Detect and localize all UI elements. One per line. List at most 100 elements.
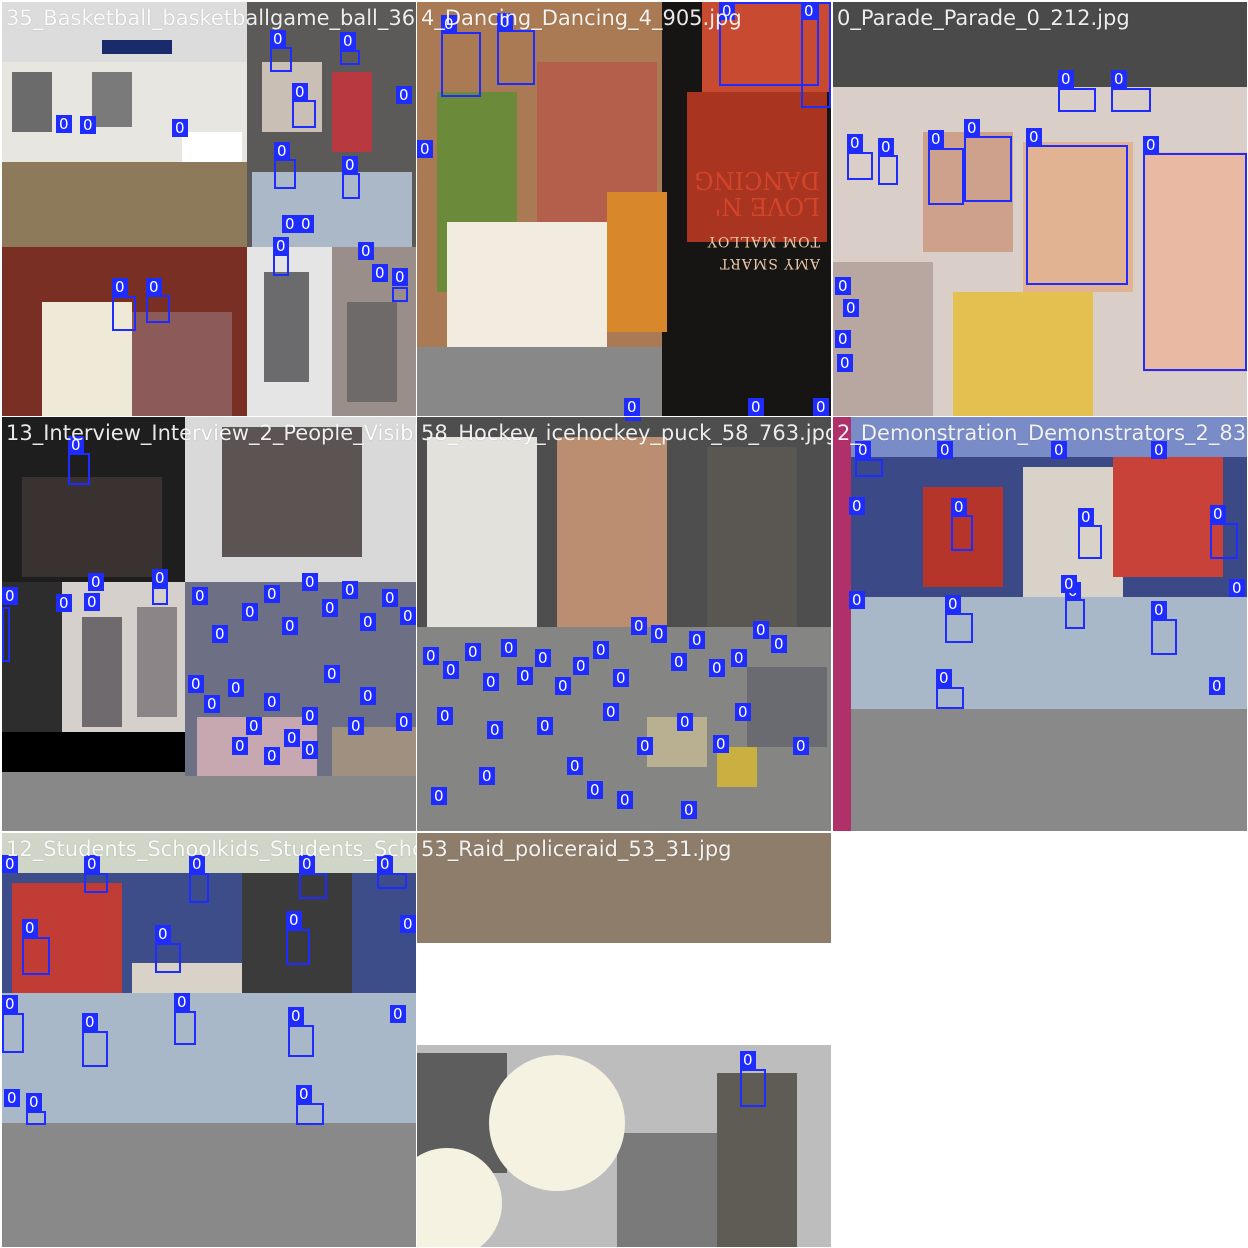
face-box (286, 929, 310, 965)
face-box-label: 0 (437, 707, 453, 725)
face-box-label: 0 (1111, 70, 1127, 88)
face-box-label: 0 (382, 589, 398, 607)
tile-photo (2, 417, 416, 776)
face-box-label: 0 (204, 695, 220, 713)
face-box-label: 0 (400, 915, 416, 933)
face-box (296, 1103, 324, 1125)
face-box (847, 152, 873, 180)
face-box-label: 0 (431, 787, 447, 805)
face-box (1111, 88, 1151, 112)
face-box-label: 0 (282, 617, 298, 635)
face-box-label: 0 (1210, 505, 1226, 523)
face-box (68, 453, 90, 485)
tile-caption: 53_Raid_policeraid_53_31.jpg (421, 837, 732, 861)
face-box-label: 0 (417, 140, 433, 158)
face-box-label: 0 (274, 142, 290, 160)
poster-line-2: TOM MALLOY (706, 233, 820, 249)
face-box-label: 0 (292, 83, 308, 101)
face-box (964, 136, 1012, 202)
face-box (740, 1069, 766, 1107)
tile-caption: 12_Students_Schoolkids_Students_Schoolki… (6, 837, 416, 861)
face-box-label: 0 (172, 119, 188, 137)
face-box-label: 0 (342, 156, 358, 174)
face-box-label: 0 (192, 587, 208, 605)
face-box-label: 0 (837, 354, 853, 372)
face-box-label: 0 (443, 661, 459, 679)
face-box-label: 0 (188, 675, 204, 693)
face-box (392, 287, 408, 302)
tile-hockey: 0 0 0 0 0 0 0 0 0 0 0 0 0 0 0 0 0 0 0 0 … (417, 417, 831, 831)
face-box-label: 0 (748, 398, 764, 416)
face-box-label: 0 (2, 995, 18, 1013)
face-box-label: 0 (396, 86, 412, 104)
face-box-label: 0 (671, 653, 687, 671)
face-box-label: 0 (465, 643, 481, 661)
face-box-label: 0 (936, 669, 952, 687)
face-box-label: 0 (801, 2, 817, 20)
face-box-label: 0 (296, 1085, 312, 1103)
face-box (936, 687, 964, 709)
tile-students: 0 0 0 0 0 0 0 0 0 0 0 0 0 0 0 0 0 12_Stu… (2, 833, 416, 1247)
face-box (273, 254, 289, 276)
tile-interview: 0 0 0 0 0 0 0 0 0 0 0 0 0 0 0 0 0 0 0 0 … (2, 417, 416, 831)
face-box (152, 587, 168, 605)
tile-caption: 13_Interview_Interview_2_People_Visible (6, 421, 416, 445)
face-box-label: 0 (709, 659, 725, 677)
face-box-label: 0 (593, 641, 609, 659)
face-box-label: 0 (56, 115, 72, 133)
face-box-label: 0 (282, 215, 298, 233)
face-box (951, 515, 973, 551)
face-box (1210, 523, 1238, 559)
face-box-label: 0 (849, 497, 865, 515)
face-box-label: 0 (1026, 128, 1042, 146)
face-box-label: 0 (945, 595, 961, 613)
face-box (928, 148, 964, 205)
face-box (112, 296, 136, 331)
tile-caption: 4_Dancing_Dancing_4_905.jpg (421, 6, 742, 30)
face-box-label: 0 (270, 30, 286, 48)
face-box-label: 0 (228, 679, 244, 697)
tile-parade: 0 0 0 0 0 0 0 0 0 0 0 0 0_Parade_Parade_… (833, 2, 1247, 416)
face-box-label: 0 (1078, 508, 1094, 526)
face-box-label: 0 (360, 687, 376, 705)
face-box-label: 0 (80, 116, 96, 134)
face-box-label: 0 (793, 737, 809, 755)
face-box (1151, 619, 1177, 655)
face-box-label: 0 (713, 735, 729, 753)
face-box (270, 47, 292, 72)
face-box-label: 0 (740, 1051, 756, 1069)
face-box-label: 0 (964, 119, 980, 137)
face-box-label: 0 (753, 621, 769, 639)
face-box-label: 0 (849, 591, 865, 609)
face-box-label: 0 (232, 737, 248, 755)
face-box (1058, 88, 1096, 112)
face-box (1065, 599, 1085, 629)
face-box-label: 0 (1209, 677, 1225, 695)
face-box (82, 1031, 108, 1067)
face-box-label: 0 (360, 613, 376, 631)
tile-photo (833, 417, 1247, 831)
face-box-label: 0 (813, 398, 829, 416)
face-box-label: 0 (342, 581, 358, 599)
face-box-label: 0 (322, 599, 338, 617)
face-box (855, 459, 883, 477)
face-box-label: 0 (174, 993, 190, 1011)
tile-demonstration: 0 0 0 0 0 0 0 0 0 0 0 0 0 0 0 0 2_Demons… (833, 417, 1247, 831)
face-box (945, 613, 973, 643)
empty-slot (833, 833, 1247, 1247)
face-box-label: 0 (835, 330, 851, 348)
poster-text-block: AMY SMART TOM MALLOY LOVE N' DANCING (680, 166, 820, 271)
face-box (1078, 525, 1102, 559)
face-box (299, 873, 327, 899)
face-box-label: 0 (771, 635, 787, 653)
face-box (878, 155, 898, 185)
face-box-label: 0 (246, 717, 262, 735)
face-box (84, 873, 108, 893)
face-box-label: 0 (242, 603, 258, 621)
face-box-label: 0 (423, 647, 439, 665)
face-box-label: 0 (651, 625, 667, 643)
tile-photo (417, 833, 831, 1247)
face-box-label: 0 (681, 801, 697, 819)
face-box (2, 607, 10, 662)
poster-line-3: LOVE N' DANCING (694, 166, 820, 220)
